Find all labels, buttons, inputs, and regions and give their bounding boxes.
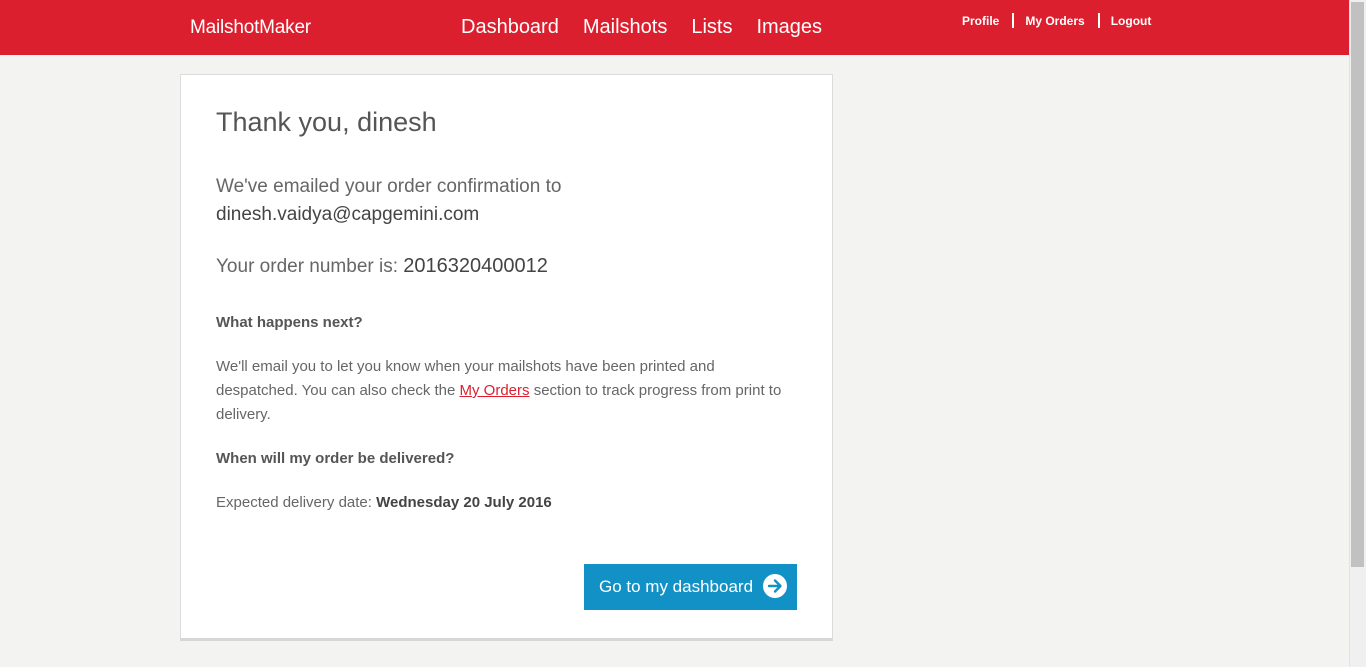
my-orders-link[interactable]: My Orders (1025, 14, 1084, 28)
confirmation-email: dinesh.vaidya@capgemini.com (216, 204, 480, 225)
nav-images[interactable]: Images (756, 16, 822, 39)
logout-link[interactable]: Logout (1111, 14, 1152, 28)
user-nav: Profile My Orders Logout (962, 13, 1151, 28)
order-number-label: Your order number is: (216, 256, 404, 277)
delivery-heading: When will my order be delivered? (216, 450, 455, 467)
delivery-date-label: Expected delivery date: (216, 494, 377, 511)
emailed-label: We've emailed your order confirmation to (216, 176, 562, 197)
what-happens-next-text: We'll email you to let you know when you… (216, 355, 791, 427)
delivery-date-line: Expected delivery date: Wednesday 20 Jul… (216, 494, 552, 511)
top-navigation-bar: MailshotMaker Dashboard Mailshots Lists … (0, 0, 1349, 55)
nav-mailshots[interactable]: Mailshots (583, 16, 667, 39)
my-orders-inline-link[interactable]: My Orders (460, 382, 530, 399)
main-nav: Dashboard Mailshots Lists Images (461, 16, 822, 39)
page-title: Thank you, dinesh (216, 107, 437, 137)
divider (1097, 13, 1100, 28)
delivery-date: Wednesday 20 July 2016 (376, 494, 552, 511)
nav-dashboard[interactable]: Dashboard (461, 16, 559, 39)
nav-lists[interactable]: Lists (691, 16, 732, 39)
profile-link[interactable]: Profile (962, 14, 999, 28)
what-happens-next-heading: What happens next? (216, 314, 363, 331)
scrollbar-thumb[interactable] (1351, 2, 1364, 567)
divider (1012, 13, 1015, 28)
go-to-dashboard-label: Go to my dashboard (599, 577, 754, 596)
order-confirmation-card: Thank you, dinesh We've emailed your ord… (180, 74, 833, 641)
go-to-dashboard-button[interactable]: Go to my dashboard (584, 564, 797, 610)
brand-logo[interactable]: MailshotMaker (190, 17, 311, 39)
order-number: 2016320400012 (403, 255, 548, 277)
order-number-line: Your order number is: 2016320400012 (216, 255, 548, 278)
arrow-right-circle-icon (763, 574, 787, 598)
email-confirmation-text: We've emailed your order confirmation to… (216, 173, 776, 229)
